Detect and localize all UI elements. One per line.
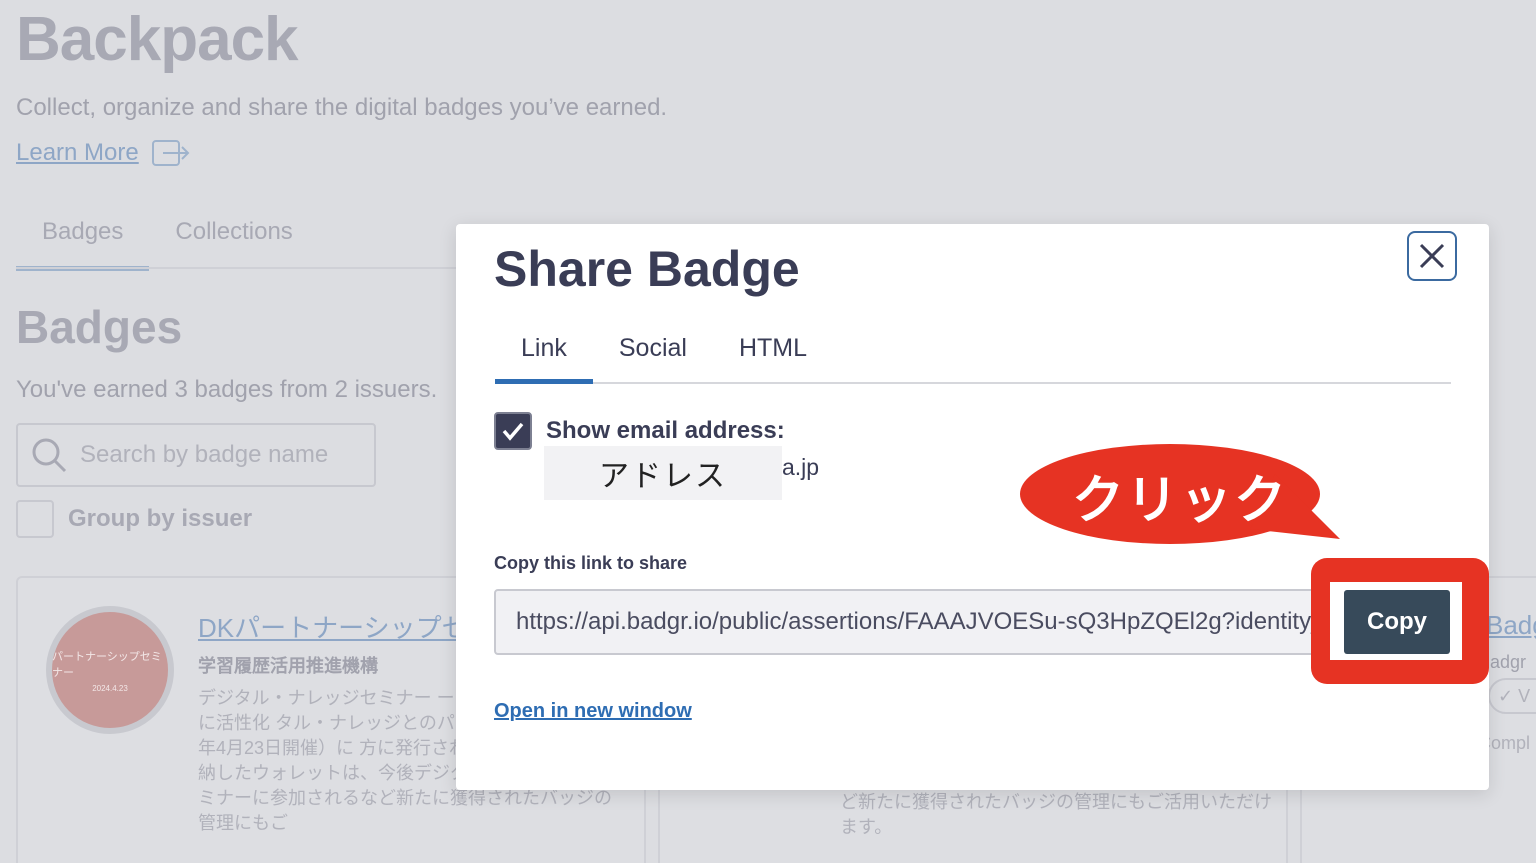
share-link-field[interactable]: https://api.badgr.io/public/assertions/F… — [494, 589, 1354, 655]
group-by-issuer[interactable]: Group by issuer — [16, 500, 252, 538]
show-email-label: Show email address: — [546, 417, 785, 444]
open-new-window-link[interactable]: Open in new window — [494, 700, 692, 723]
badge-image: パートナーシップセミナー 2024.4.23 — [46, 606, 174, 734]
badge-title-link[interactable]: Badg — [1486, 610, 1536, 641]
dialog-title: Share Badge — [494, 241, 800, 297]
section-title: Badges — [16, 301, 183, 353]
copy-button[interactable]: Copy — [1344, 590, 1450, 654]
learn-more-label: Learn More — [16, 139, 139, 166]
badge-issuer: 学習履歴活用推進機構 — [198, 656, 378, 676]
medal-date: 2024.4.23 — [92, 683, 128, 693]
search-placeholder: Search by badge name — [80, 441, 329, 468]
email-redaction: アドレス — [544, 446, 782, 500]
earned-summary: You've earned 3 badges from 2 issuers. — [16, 376, 438, 403]
tab-link[interactable]: Link — [495, 330, 593, 384]
group-by-label: Group by issuer — [68, 505, 253, 532]
page-title: Backpack — [16, 5, 299, 74]
close-button[interactable] — [1407, 231, 1457, 281]
email-address-tail: a.jp — [782, 454, 820, 480]
verify-badge-button[interactable]: ✓ V — [1488, 678, 1536, 714]
badge-title-link[interactable]: DKパートナーシップセ — [198, 608, 468, 645]
show-email-option[interactable]: Show email address: — [494, 412, 785, 450]
tab-html[interactable]: HTML — [713, 330, 833, 384]
search-icon — [32, 438, 67, 473]
checkmark-icon — [502, 422, 524, 441]
close-icon — [1419, 243, 1445, 269]
search-input[interactable]: Search by badge name — [16, 423, 376, 487]
tab-social[interactable]: Social — [593, 330, 713, 384]
show-email-checkbox[interactable] — [494, 412, 532, 450]
share-tabs: Link Social HTML — [495, 330, 1451, 384]
group-by-checkbox[interactable] — [16, 500, 54, 538]
click-callout: クリック — [1020, 444, 1350, 544]
tabs-divider — [16, 267, 476, 269]
tab-collections[interactable]: Collections — [149, 216, 318, 271]
badge-description: ど新たに獲得されたバッジの管理にもご活用いただけます。 — [840, 792, 1272, 837]
page-subtitle: Collect, organize and share the digital … — [16, 94, 668, 121]
medal-text: パートナーシップセミナー — [52, 650, 162, 679]
copy-link-label: Copy this link to share — [494, 553, 688, 573]
verify-label: V — [1518, 686, 1531, 706]
learn-more-link[interactable]: Learn More — [16, 138, 191, 168]
external-link-icon — [151, 140, 190, 166]
tab-badges[interactable]: Badges — [16, 216, 150, 271]
backpack-tabs: Badges Collections — [16, 216, 319, 271]
callout-text: クリック — [1071, 472, 1288, 530]
